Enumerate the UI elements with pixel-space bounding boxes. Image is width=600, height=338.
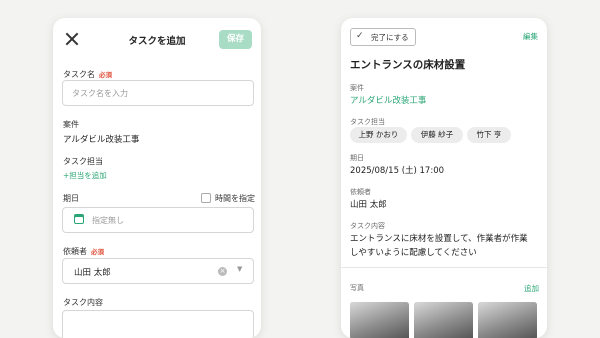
mark-done-button[interactable]: ✓ 完了にする: [350, 28, 416, 46]
assignee-label: タスク担当: [350, 118, 385, 126]
task-detail-panel: ✓ 完了にする 編集 エントランスの床材設置 案件 アルダビル改装工事 タスク担…: [341, 18, 547, 338]
requester-value: 山田 太郎: [350, 200, 387, 210]
requester-label: 依頼者 必須: [63, 246, 104, 257]
required-badge: 必須: [91, 248, 104, 256]
add-photo-link[interactable]: 追加: [524, 283, 539, 294]
task-name-label-text: タスク名: [63, 70, 95, 79]
content-line: エントランスに床材を設置して、作業者が作業: [350, 234, 528, 244]
check-icon: ✓: [356, 31, 364, 41]
mark-done-label: 完了にする: [371, 33, 409, 42]
divider: [341, 267, 547, 268]
photo-thumbnail[interactable]: [478, 302, 537, 338]
project-link[interactable]: アルダビル改装工事: [350, 94, 426, 106]
assignee-chip: 伊藤 紗子: [411, 127, 463, 143]
content-label: タスク内容: [63, 298, 103, 307]
save-button[interactable]: 保存: [219, 30, 252, 49]
requester-label: 依頼者: [350, 188, 371, 196]
time-toggle-label: 時間を指定: [215, 194, 255, 203]
project-label: 案件: [350, 84, 364, 92]
project-value: アルダビル改装工事: [63, 135, 140, 145]
content-textarea[interactable]: [62, 310, 254, 338]
task-title: エントランスの床材設置: [350, 59, 466, 71]
task-name-placeholder: タスク名を入力: [72, 89, 128, 98]
due-label: 期日: [63, 194, 79, 203]
content-label: タスク内容: [350, 222, 385, 230]
calendar-icon: [74, 214, 84, 224]
task-name-label: タスク名 必須: [63, 69, 112, 80]
assignee-chip: 上野 かおり: [350, 127, 407, 143]
project-label: 案件: [63, 120, 79, 129]
assignee-label: タスク担当: [63, 157, 103, 166]
due-label: 期日: [350, 154, 364, 162]
add-task-header: タスクを追加 保存: [53, 18, 261, 62]
due-value: 2025/08/15 (土) 17:00: [350, 166, 445, 176]
photo-thumbnail[interactable]: [414, 302, 473, 338]
chevron-down-icon[interactable]: ▼: [237, 265, 242, 273]
add-assignee-link[interactable]: +担当を追加: [63, 170, 107, 181]
edit-link[interactable]: 編集: [523, 31, 538, 42]
required-badge: 必須: [99, 71, 112, 79]
requester-label-text: 依頼者: [63, 247, 87, 256]
requester-select[interactable]: 山田 太郎 × ▼: [62, 258, 254, 284]
time-toggle-checkbox[interactable]: [201, 193, 211, 203]
photos-label: 写真: [350, 284, 364, 292]
due-date-input[interactable]: 指定無し: [62, 207, 254, 233]
clear-icon[interactable]: ×: [218, 267, 227, 276]
add-task-panel: タスクを追加 保存 タスク名 必須 タスク名を入力 案件 アルダビル改装工事 タス…: [53, 18, 261, 338]
due-date-placeholder: 指定無し: [92, 216, 124, 225]
content-line: しやすいように配慮してください: [350, 248, 477, 258]
photo-thumbnail[interactable]: [350, 302, 409, 338]
requester-value: 山田 太郎: [74, 268, 111, 278]
assignee-chip: 竹下 亨: [467, 127, 511, 143]
task-name-input[interactable]: タスク名を入力: [62, 80, 254, 106]
